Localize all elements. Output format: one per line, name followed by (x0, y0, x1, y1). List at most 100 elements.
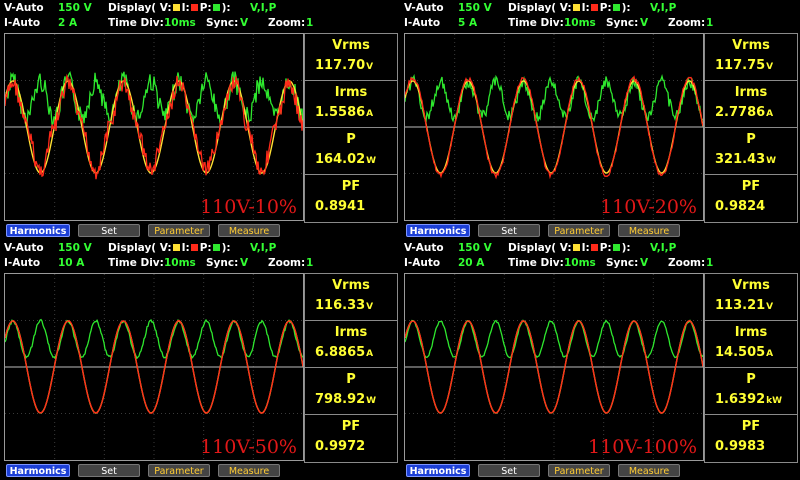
current-range-value[interactable]: 5 A (458, 17, 477, 29)
display-channels[interactable]: V,I,P (650, 2, 676, 14)
waveform-plot[interactable]: 110V-50% (4, 273, 304, 461)
zoom-value[interactable]: 1 (306, 257, 313, 269)
measure-button[interactable]: Measure (218, 464, 280, 477)
waveform-plot[interactable]: 110V-10% (4, 33, 304, 221)
harmonics-button[interactable]: Harmonics (406, 464, 470, 477)
current-range-label: I-Auto (404, 17, 441, 29)
status-header: V-Auto 150 V Display( V: I: P:): V,I,P I-A… (0, 0, 400, 32)
button-bar: Harmonics Set Parameter Measure (0, 224, 400, 238)
display-label: Display( V: I: P:): (108, 242, 231, 254)
status-header: V-Auto 150 V Display( V: I: P:): V,I,P I-A… (400, 0, 800, 32)
parameter-button[interactable]: Parameter (548, 464, 610, 477)
sync-value[interactable]: V (640, 17, 648, 29)
time-div-value[interactable]: 10ms (164, 17, 196, 29)
power-value: 164.02W (315, 152, 377, 167)
power-value: 1.6392kW (715, 392, 783, 407)
time-div-label: Time Div: (108, 257, 164, 269)
vrms-label: Vrms (332, 278, 370, 293)
power-label: P (746, 132, 756, 147)
current-color-swatch (190, 244, 198, 251)
parameter-button[interactable]: Parameter (548, 224, 610, 237)
parameter-button[interactable]: Parameter (148, 464, 210, 477)
time-div-label: Time Div: (508, 17, 564, 29)
power-label: P (346, 132, 356, 147)
pf-cell: PF 0.9972 (305, 415, 397, 461)
current-color-swatch (590, 4, 598, 11)
measurement-panel: Vrms 116.33V Irms 6.8865A P 798.92W PF 0… (304, 273, 398, 463)
voltage-range-value[interactable]: 150 V (58, 2, 92, 14)
sync-value[interactable]: V (240, 257, 248, 269)
irms-label: Irms (334, 325, 368, 340)
display-channels[interactable]: V,I,P (250, 2, 276, 14)
power-cell: P 321.43W (705, 128, 797, 175)
sync-value[interactable]: V (240, 17, 248, 29)
waveform-plot[interactable]: 110V-100% (404, 273, 704, 461)
voltage-range-label: V-Auto (4, 242, 44, 254)
vrms-cell: Vrms 113.21V (705, 274, 797, 321)
scenario-label: 110V-10% (200, 196, 297, 218)
voltage-range-value[interactable]: 150 V (458, 2, 492, 14)
display-channels[interactable]: V,I,P (650, 242, 676, 254)
sync-label: Sync: (606, 257, 639, 269)
display-label: Display( V: I: P:): (108, 2, 231, 14)
vrms-label: Vrms (732, 278, 770, 293)
vrms-cell: Vrms 116.33V (305, 274, 397, 321)
voltage-color-swatch (172, 4, 180, 11)
voltage-color-swatch (572, 4, 580, 11)
set-button[interactable]: Set (78, 464, 140, 477)
status-header: V-Auto 150 V Display( V: I: P:): V,I,P I-A… (400, 240, 800, 272)
harmonics-button[interactable]: Harmonics (406, 224, 470, 237)
time-div-label: Time Div: (508, 257, 564, 269)
pf-cell: PF 0.9983 (705, 415, 797, 461)
current-range-value[interactable]: 10 A (58, 257, 84, 269)
pf-cell: PF 0.8941 (305, 175, 397, 221)
scenario-label: 110V-100% (588, 436, 697, 458)
zoom-value[interactable]: 1 (706, 17, 713, 29)
set-button[interactable]: Set (78, 224, 140, 237)
measure-button[interactable]: Measure (618, 464, 680, 477)
power-cell: P 798.92W (305, 368, 397, 415)
vrms-cell: Vrms 117.75V (705, 34, 797, 81)
parameter-button[interactable]: Parameter (148, 224, 210, 237)
vrms-value: 117.75V (715, 58, 774, 73)
display-channels[interactable]: V,I,P (250, 242, 276, 254)
current-range-value[interactable]: 2 A (58, 17, 77, 29)
pf-label: PF (741, 179, 761, 194)
button-bar: Harmonics Set Parameter Measure (0, 464, 400, 478)
time-div-value[interactable]: 10ms (564, 17, 596, 29)
vrms-label: Vrms (332, 38, 370, 53)
voltage-color-swatch (572, 244, 580, 251)
sync-label: Sync: (206, 257, 239, 269)
vrms-label: Vrms (732, 38, 770, 53)
measurement-panel: Vrms 113.21V Irms 14.505A P 1.6392kW PF … (704, 273, 798, 463)
time-div-value[interactable]: 10ms (164, 257, 196, 269)
voltage-color-swatch (172, 244, 180, 251)
power-color-swatch (212, 4, 220, 11)
zoom-value[interactable]: 1 (306, 17, 313, 29)
scope-panel-3: V-Auto 150 V Display( V: I: P:): V,I,P I-A… (0, 240, 400, 480)
button-bar: Harmonics Set Parameter Measure (400, 464, 800, 478)
zoom-value[interactable]: 1 (706, 257, 713, 269)
voltage-range-value[interactable]: 150 V (458, 242, 492, 254)
waveform-svg (5, 274, 303, 460)
measurement-panel: Vrms 117.70V Irms 1.5586A P 164.02W PF 0… (304, 33, 398, 223)
sync-value[interactable]: V (640, 257, 648, 269)
harmonics-button[interactable]: Harmonics (6, 224, 70, 237)
time-div-value[interactable]: 10ms (564, 257, 596, 269)
waveform-plot[interactable]: 110V-20% (404, 33, 704, 221)
set-button[interactable]: Set (478, 224, 540, 237)
sync-label: Sync: (206, 17, 239, 29)
power-value: 798.92W (315, 392, 377, 407)
button-bar: Harmonics Set Parameter Measure (400, 224, 800, 238)
irms-cell: Irms 14.505A (705, 321, 797, 368)
irms-label: Irms (734, 325, 768, 340)
harmonics-button[interactable]: Harmonics (6, 464, 70, 477)
irms-value: 6.8865A (315, 345, 374, 360)
power-value: 321.43W (715, 152, 777, 167)
measure-button[interactable]: Measure (218, 224, 280, 237)
voltage-range-value[interactable]: 150 V (58, 242, 92, 254)
current-range-value[interactable]: 20 A (458, 257, 484, 269)
pf-value: 0.9972 (315, 439, 366, 454)
set-button[interactable]: Set (478, 464, 540, 477)
measure-button[interactable]: Measure (618, 224, 680, 237)
